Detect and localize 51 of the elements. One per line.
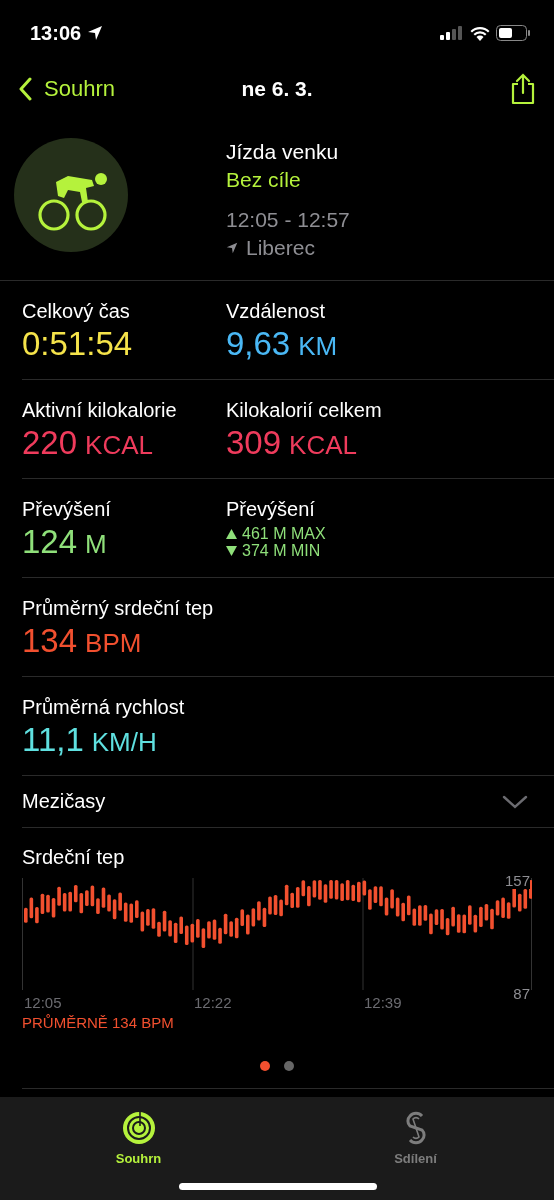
metric-value: 0:51:54: [22, 324, 133, 364]
nav-title: ne 6. 3.: [241, 77, 313, 101]
location: Liberec: [246, 235, 315, 261]
location-arrow-icon: [226, 242, 238, 254]
axis-label: 12:22: [193, 994, 233, 1011]
battery-icon: [496, 25, 530, 41]
tab[interactable]: Sdílení: [370, 1111, 461, 1166]
metric-label: Převýšení: [226, 497, 316, 522]
metric-label: Průměrný srdeční tep: [22, 596, 215, 621]
metric-value: 11,1: [22, 720, 84, 760]
metric-label: Převýšení: [22, 497, 112, 522]
share-icon[interactable]: [510, 73, 536, 105]
back-button[interactable]: Souhrn: [18, 76, 115, 102]
average-heart-rate: PRŮMĚRNĚ 134 BPM: [22, 1014, 175, 1031]
cycling-icon: [14, 138, 128, 252]
metric-value: 124: [22, 522, 78, 562]
metric-unit: M: [85, 529, 107, 560]
metric-value: 9,63: [226, 324, 291, 364]
metric-label: Kilokalorií celkem: [226, 398, 383, 423]
metric-unit: KM/H: [91, 727, 157, 758]
metric-unit: BPM: [85, 628, 142, 659]
metric-label: Vzdálenost: [226, 299, 326, 324]
chevron-down-icon: [502, 793, 528, 810]
location-arrow-icon: [87, 25, 104, 41]
page-dot[interactable]: [260, 1061, 270, 1071]
min-elevation: 374 M MIN: [242, 542, 321, 559]
page-dot[interactable]: [284, 1061, 294, 1071]
workout-goal: Bez cíle: [226, 167, 302, 193]
metric-unit: KCAL: [289, 430, 357, 461]
splits-row[interactable]: Mezičasy: [22, 776, 554, 828]
chart-title: Srdeční tep: [22, 845, 126, 870]
metric-unit: KCAL: [85, 430, 153, 461]
axis-label: 12:05: [23, 994, 63, 1011]
rings-icon: [121, 1111, 156, 1145]
chevron-left-icon: [18, 77, 32, 101]
metric-value: 134: [22, 621, 78, 661]
down-triangle-icon: [226, 545, 237, 556]
signal-icon: [440, 26, 464, 40]
wifi-icon: [470, 25, 490, 41]
up-triangle-icon: [226, 528, 237, 539]
metric-value: 220: [22, 423, 78, 463]
metric-value: 309: [226, 423, 282, 463]
metric-unit: KM: [298, 331, 338, 362]
time-range: 12:05 - 12:57: [226, 207, 350, 233]
tab[interactable]: Souhrn: [93, 1111, 184, 1166]
metric-label: Aktivní kilokalorie: [22, 398, 178, 423]
metric-label: Celkový čas: [22, 299, 131, 324]
clock: 13:06: [30, 21, 82, 45]
max-elevation: 461 M MAX: [242, 525, 326, 542]
workout-name: Jízda venku: [226, 139, 340, 165]
metric-label: Průměrná rychlost: [22, 695, 186, 720]
